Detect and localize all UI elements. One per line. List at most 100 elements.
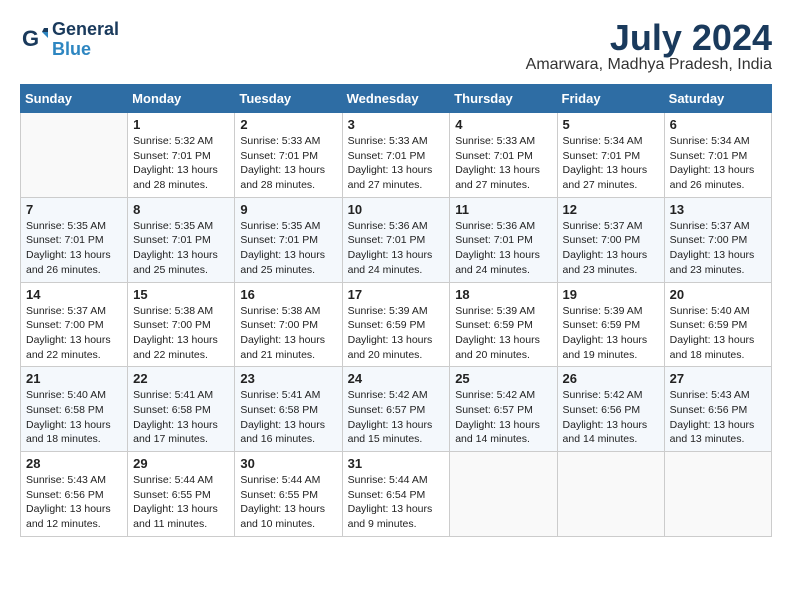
day-info: Sunrise: 5:34 AM Sunset: 7:01 PM Dayligh… — [670, 134, 766, 193]
day-number: 7 — [26, 202, 122, 217]
day-info: Sunrise: 5:39 AM Sunset: 6:59 PM Dayligh… — [348, 304, 445, 363]
calendar-cell: 3 Sunrise: 5:33 AM Sunset: 7:01 PM Daylig… — [342, 113, 450, 198]
day-info: Sunrise: 5:36 AM Sunset: 7:01 PM Dayligh… — [455, 219, 551, 278]
day-number: 11 — [455, 202, 551, 217]
day-number: 20 — [670, 287, 766, 302]
day-number: 16 — [240, 287, 336, 302]
day-info: Sunrise: 5:41 AM Sunset: 6:58 PM Dayligh… — [133, 388, 229, 447]
calendar-cell: 12 Sunrise: 5:37 AM Sunset: 7:00 PM Dayli… — [557, 197, 664, 282]
calendar-cell: 10 Sunrise: 5:36 AM Sunset: 7:01 PM Dayli… — [342, 197, 450, 282]
day-number: 6 — [670, 117, 766, 132]
day-number: 5 — [563, 117, 659, 132]
day-info: Sunrise: 5:40 AM Sunset: 6:59 PM Dayligh… — [670, 304, 766, 363]
weekday-header-row: SundayMondayTuesdayWednesdayThursdayFrid… — [21, 85, 772, 113]
logo-blue: Blue — [52, 40, 119, 60]
calendar-cell — [664, 452, 771, 537]
calendar-cell: 20 Sunrise: 5:40 AM Sunset: 6:59 PM Dayli… — [664, 282, 771, 367]
calendar-cell: 4Sunrise: 5:33 AM Sunset: 7:01 PM Daylig… — [450, 113, 557, 198]
day-number: 25 — [455, 371, 551, 386]
weekday-header-thursday: Thursday — [450, 85, 557, 113]
calendar-cell: 30 Sunrise: 5:44 AM Sunset: 6:55 PM Dayli… — [235, 452, 342, 537]
calendar-cell: 22Sunrise: 5:41 AM Sunset: 6:58 PM Dayli… — [128, 367, 235, 452]
calendar-cell: 2 Sunrise: 5:33 AM Sunset: 7:01 PM Daylig… — [235, 113, 342, 198]
day-number: 28 — [26, 456, 122, 471]
day-info: Sunrise: 5:36 AM Sunset: 7:01 PM Dayligh… — [348, 219, 445, 278]
calendar-cell: 27 Sunrise: 5:43 AM Sunset: 6:56 PM Dayli… — [664, 367, 771, 452]
day-info: Sunrise: 5:44 AM Sunset: 6:55 PM Dayligh… — [240, 473, 336, 532]
day-info: Sunrise: 5:37 AM Sunset: 7:00 PM Dayligh… — [563, 219, 659, 278]
day-number: 27 — [670, 371, 766, 386]
day-info: Sunrise: 5:35 AM Sunset: 7:01 PM Dayligh… — [26, 219, 122, 278]
calendar-cell: 19 Sunrise: 5:39 AM Sunset: 6:59 PM Dayli… — [557, 282, 664, 367]
day-info: Sunrise: 5:37 AM Sunset: 7:00 PM Dayligh… — [26, 304, 122, 363]
calendar-cell — [557, 452, 664, 537]
weekday-header-friday: Friday — [557, 85, 664, 113]
calendar-cell: 23Sunrise: 5:41 AM Sunset: 6:58 PM Dayli… — [235, 367, 342, 452]
day-number: 17 — [348, 287, 445, 302]
day-info: Sunrise: 5:44 AM Sunset: 6:55 PM Dayligh… — [133, 473, 229, 532]
logo-icon: G — [20, 26, 48, 54]
day-number: 9 — [240, 202, 336, 217]
day-info: Sunrise: 5:40 AM Sunset: 6:58 PM Dayligh… — [26, 388, 122, 447]
page-header: G General Blue July 2024 Amarwara, Madhy… — [20, 20, 772, 74]
calendar-cell: 7 Sunrise: 5:35 AM Sunset: 7:01 PM Daylig… — [21, 197, 128, 282]
day-number: 12 — [563, 202, 659, 217]
day-info: Sunrise: 5:39 AM Sunset: 6:59 PM Dayligh… — [563, 304, 659, 363]
day-info: Sunrise: 5:42 AM Sunset: 6:56 PM Dayligh… — [563, 388, 659, 447]
day-info: Sunrise: 5:34 AM Sunset: 7:01 PM Dayligh… — [563, 134, 659, 193]
day-number: 13 — [670, 202, 766, 217]
calendar-cell: 5 Sunrise: 5:34 AM Sunset: 7:01 PM Daylig… — [557, 113, 664, 198]
calendar-cell: 21 Sunrise: 5:40 AM Sunset: 6:58 PM Dayli… — [21, 367, 128, 452]
day-info: Sunrise: 5:43 AM Sunset: 6:56 PM Dayligh… — [26, 473, 122, 532]
day-number: 18 — [455, 287, 551, 302]
day-number: 3 — [348, 117, 445, 132]
location: Amarwara, Madhya Pradesh, India — [526, 56, 772, 74]
day-info: Sunrise: 5:35 AM Sunset: 7:01 PM Dayligh… — [240, 219, 336, 278]
logo-general: General — [52, 20, 119, 40]
day-number: 15 — [133, 287, 229, 302]
day-info: Sunrise: 5:33 AM Sunset: 7:01 PM Dayligh… — [348, 134, 445, 193]
calendar-cell: 14 Sunrise: 5:37 AM Sunset: 7:00 PM Dayli… — [21, 282, 128, 367]
calendar-cell: 28 Sunrise: 5:43 AM Sunset: 6:56 PM Dayli… — [21, 452, 128, 537]
day-number: 23 — [240, 371, 336, 386]
calendar-cell: 16Sunrise: 5:38 AM Sunset: 7:00 PM Dayli… — [235, 282, 342, 367]
calendar-cell: 18Sunrise: 5:39 AM Sunset: 6:59 PM Dayli… — [450, 282, 557, 367]
day-number: 21 — [26, 371, 122, 386]
day-info: Sunrise: 5:43 AM Sunset: 6:56 PM Dayligh… — [670, 388, 766, 447]
day-info: Sunrise: 5:33 AM Sunset: 7:01 PM Dayligh… — [455, 134, 551, 193]
day-info: Sunrise: 5:32 AM Sunset: 7:01 PM Dayligh… — [133, 134, 229, 193]
svg-text:G: G — [22, 26, 39, 51]
calendar-cell: 9 Sunrise: 5:35 AM Sunset: 7:01 PM Daylig… — [235, 197, 342, 282]
day-number: 19 — [563, 287, 659, 302]
day-number: 1 — [133, 117, 229, 132]
weekday-header-tuesday: Tuesday — [235, 85, 342, 113]
calendar-cell: 17 Sunrise: 5:39 AM Sunset: 6:59 PM Dayli… — [342, 282, 450, 367]
day-info: Sunrise: 5:38 AM Sunset: 7:00 PM Dayligh… — [133, 304, 229, 363]
calendar-cell: 13 Sunrise: 5:37 AM Sunset: 7:00 PM Dayli… — [664, 197, 771, 282]
calendar-cell: 29Sunrise: 5:44 AM Sunset: 6:55 PM Dayli… — [128, 452, 235, 537]
day-number: 30 — [240, 456, 336, 471]
weekday-header-monday: Monday — [128, 85, 235, 113]
day-number: 24 — [348, 371, 445, 386]
weekday-header-saturday: Saturday — [664, 85, 771, 113]
calendar-cell: 26Sunrise: 5:42 AM Sunset: 6:56 PM Dayli… — [557, 367, 664, 452]
day-info: Sunrise: 5:35 AM Sunset: 7:01 PM Dayligh… — [133, 219, 229, 278]
calendar-cell: 15 Sunrise: 5:38 AM Sunset: 7:00 PM Dayli… — [128, 282, 235, 367]
week-row-5: 28 Sunrise: 5:43 AM Sunset: 6:56 PM Dayli… — [21, 452, 772, 537]
day-info: Sunrise: 5:37 AM Sunset: 7:00 PM Dayligh… — [670, 219, 766, 278]
day-info: Sunrise: 5:33 AM Sunset: 7:01 PM Dayligh… — [240, 134, 336, 193]
day-number: 10 — [348, 202, 445, 217]
week-row-3: 14 Sunrise: 5:37 AM Sunset: 7:00 PM Dayli… — [21, 282, 772, 367]
week-row-2: 7 Sunrise: 5:35 AM Sunset: 7:01 PM Daylig… — [21, 197, 772, 282]
month-year: July 2024 — [526, 20, 772, 56]
calendar-cell: 11 Sunrise: 5:36 AM Sunset: 7:01 PM Dayli… — [450, 197, 557, 282]
day-info: Sunrise: 5:42 AM Sunset: 6:57 PM Dayligh… — [455, 388, 551, 447]
day-number: 8 — [133, 202, 229, 217]
calendar-cell: 8 Sunrise: 5:35 AM Sunset: 7:01 PM Daylig… — [128, 197, 235, 282]
title-block: July 2024 Amarwara, Madhya Pradesh, Indi… — [526, 20, 772, 74]
calendar-cell: 24Sunrise: 5:42 AM Sunset: 6:57 PM Dayli… — [342, 367, 450, 452]
calendar-cell: 1 Sunrise: 5:32 AM Sunset: 7:01 PM Daylig… — [128, 113, 235, 198]
day-number: 14 — [26, 287, 122, 302]
day-number: 31 — [348, 456, 445, 471]
day-number: 2 — [240, 117, 336, 132]
